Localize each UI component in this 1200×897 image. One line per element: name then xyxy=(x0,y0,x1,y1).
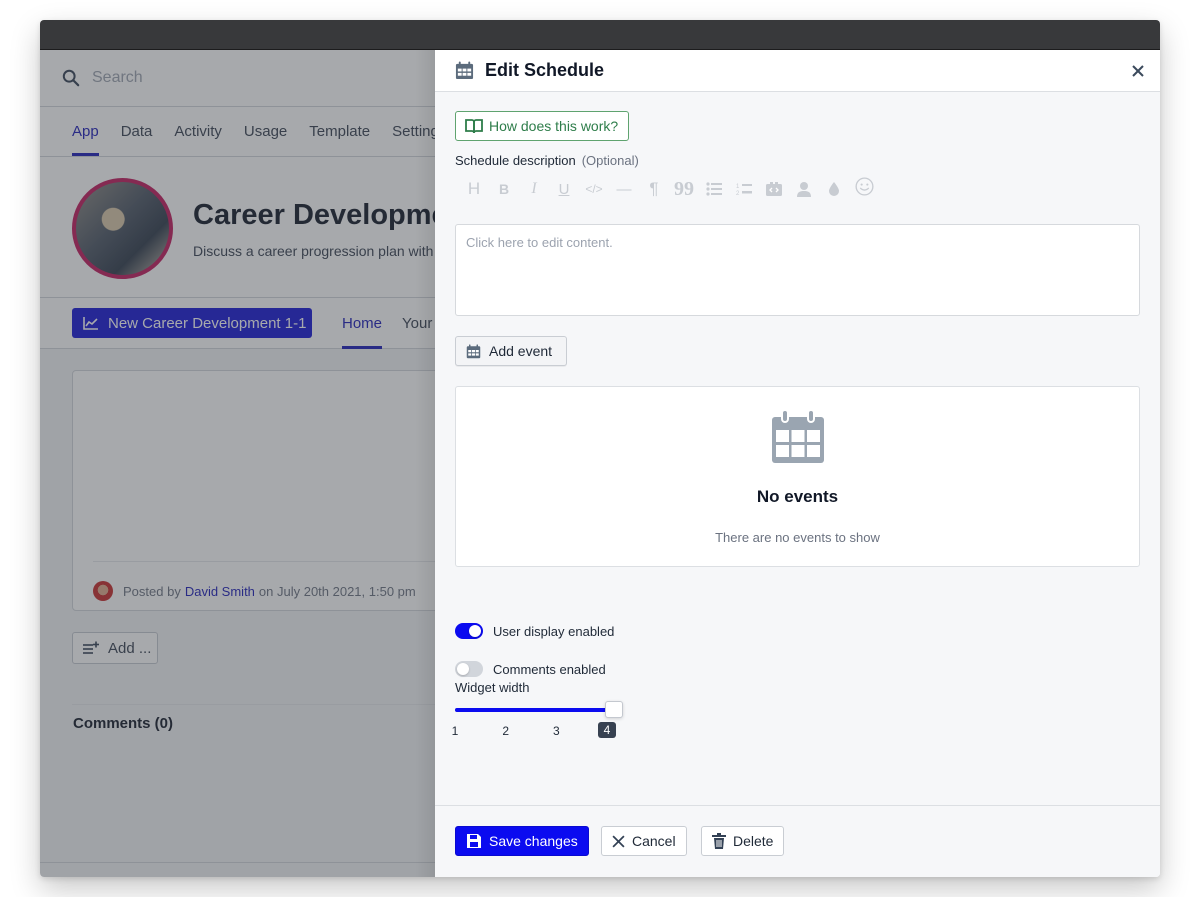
color-icon[interactable] xyxy=(819,178,849,200)
window-titlebar xyxy=(40,20,1160,50)
description-editor[interactable]: Click here to edit content. xyxy=(455,224,1140,316)
save-icon xyxy=(467,834,481,848)
user-display-label: User display enabled xyxy=(493,623,615,639)
panel-footer: Save changes Cancel Delete xyxy=(435,805,1160,877)
how-does-this-work-label: How does this work? xyxy=(489,118,619,134)
empty-state-title: No events xyxy=(756,487,839,506)
trash-icon xyxy=(712,833,726,849)
empty-state-message: There are no events to show xyxy=(715,530,880,545)
cancel-button[interactable]: Cancel xyxy=(601,826,687,856)
paragraph-icon[interactable]: ¶ xyxy=(639,178,669,200)
save-changes-label: Save changes xyxy=(489,833,578,849)
app-window: Search App Data Activity Usage Template … xyxy=(40,20,1160,877)
add-event-label: Add event xyxy=(489,343,553,359)
close-icon[interactable] xyxy=(1130,63,1146,79)
user-display-toggle-row: User display enabled xyxy=(455,623,614,639)
quote-icon[interactable]: 99 xyxy=(669,178,699,200)
slider-tick-3: 3 xyxy=(552,724,560,738)
cancel-label: Cancel xyxy=(632,833,676,849)
numbered-list-icon[interactable]: 12 xyxy=(729,178,759,200)
how-does-this-work-button[interactable]: How does this work? xyxy=(455,111,630,141)
italic-icon[interactable]: I xyxy=(519,178,549,200)
embed-icon[interactable] xyxy=(759,178,789,200)
emoji-icon[interactable] xyxy=(849,175,879,197)
slider-tick-1: 1 xyxy=(451,724,459,738)
panel-shadow xyxy=(415,50,435,877)
calendar-icon xyxy=(466,343,481,358)
slider-thumb[interactable] xyxy=(605,701,623,718)
comments-toggle[interactable] xyxy=(455,661,483,677)
widget-width-label: Widget width xyxy=(455,680,530,695)
delete-label: Delete xyxy=(733,833,774,849)
bold-icon[interactable]: B xyxy=(489,178,519,200)
comments-toggle-row: Comments enabled xyxy=(455,661,606,677)
description-label: Schedule description (Optional) xyxy=(455,153,639,168)
panel-title: Edit Schedule xyxy=(485,60,605,80)
save-changes-button[interactable]: Save changes xyxy=(455,826,589,856)
optional-hint: (Optional) xyxy=(581,153,639,168)
widget-width-slider[interactable]: 1 2 3 4 xyxy=(452,700,623,740)
toggle-knob xyxy=(469,625,481,637)
book-open-icon xyxy=(465,119,483,134)
bullet-list-icon[interactable] xyxy=(699,178,729,200)
svg-text:1: 1 xyxy=(736,184,740,190)
calendar-icon xyxy=(455,61,474,80)
horizontal-rule-icon[interactable]: — xyxy=(609,178,639,200)
description-label-text: Schedule description xyxy=(455,153,576,168)
calendar-icon xyxy=(772,409,824,463)
slider-tick-4: 4 xyxy=(598,722,616,738)
slider-tick-2: 2 xyxy=(502,724,509,738)
events-empty-state: No events There are no events to show xyxy=(455,386,1140,567)
add-event-button[interactable]: Add event xyxy=(455,336,567,366)
svg-text:2: 2 xyxy=(736,191,740,196)
close-icon xyxy=(612,834,625,848)
user-display-toggle[interactable] xyxy=(455,623,483,639)
modal-backdrop[interactable] xyxy=(40,50,435,877)
rich-text-toolbar: H B I U </> — ¶ 99 12 xyxy=(459,175,879,200)
comments-label: Comments enabled xyxy=(493,661,606,677)
code-icon[interactable]: </> xyxy=(579,178,609,200)
slider-fill xyxy=(455,708,607,712)
delete-button[interactable]: Delete xyxy=(701,826,785,856)
underline-icon[interactable]: U xyxy=(549,178,579,200)
edit-schedule-panel: Edit Schedule How does this work? Schedu… xyxy=(435,50,1160,877)
heading-icon[interactable]: H xyxy=(459,178,489,200)
panel-header: Edit Schedule xyxy=(435,50,1160,92)
user-mention-icon[interactable] xyxy=(789,178,819,200)
toggle-knob xyxy=(457,663,469,675)
